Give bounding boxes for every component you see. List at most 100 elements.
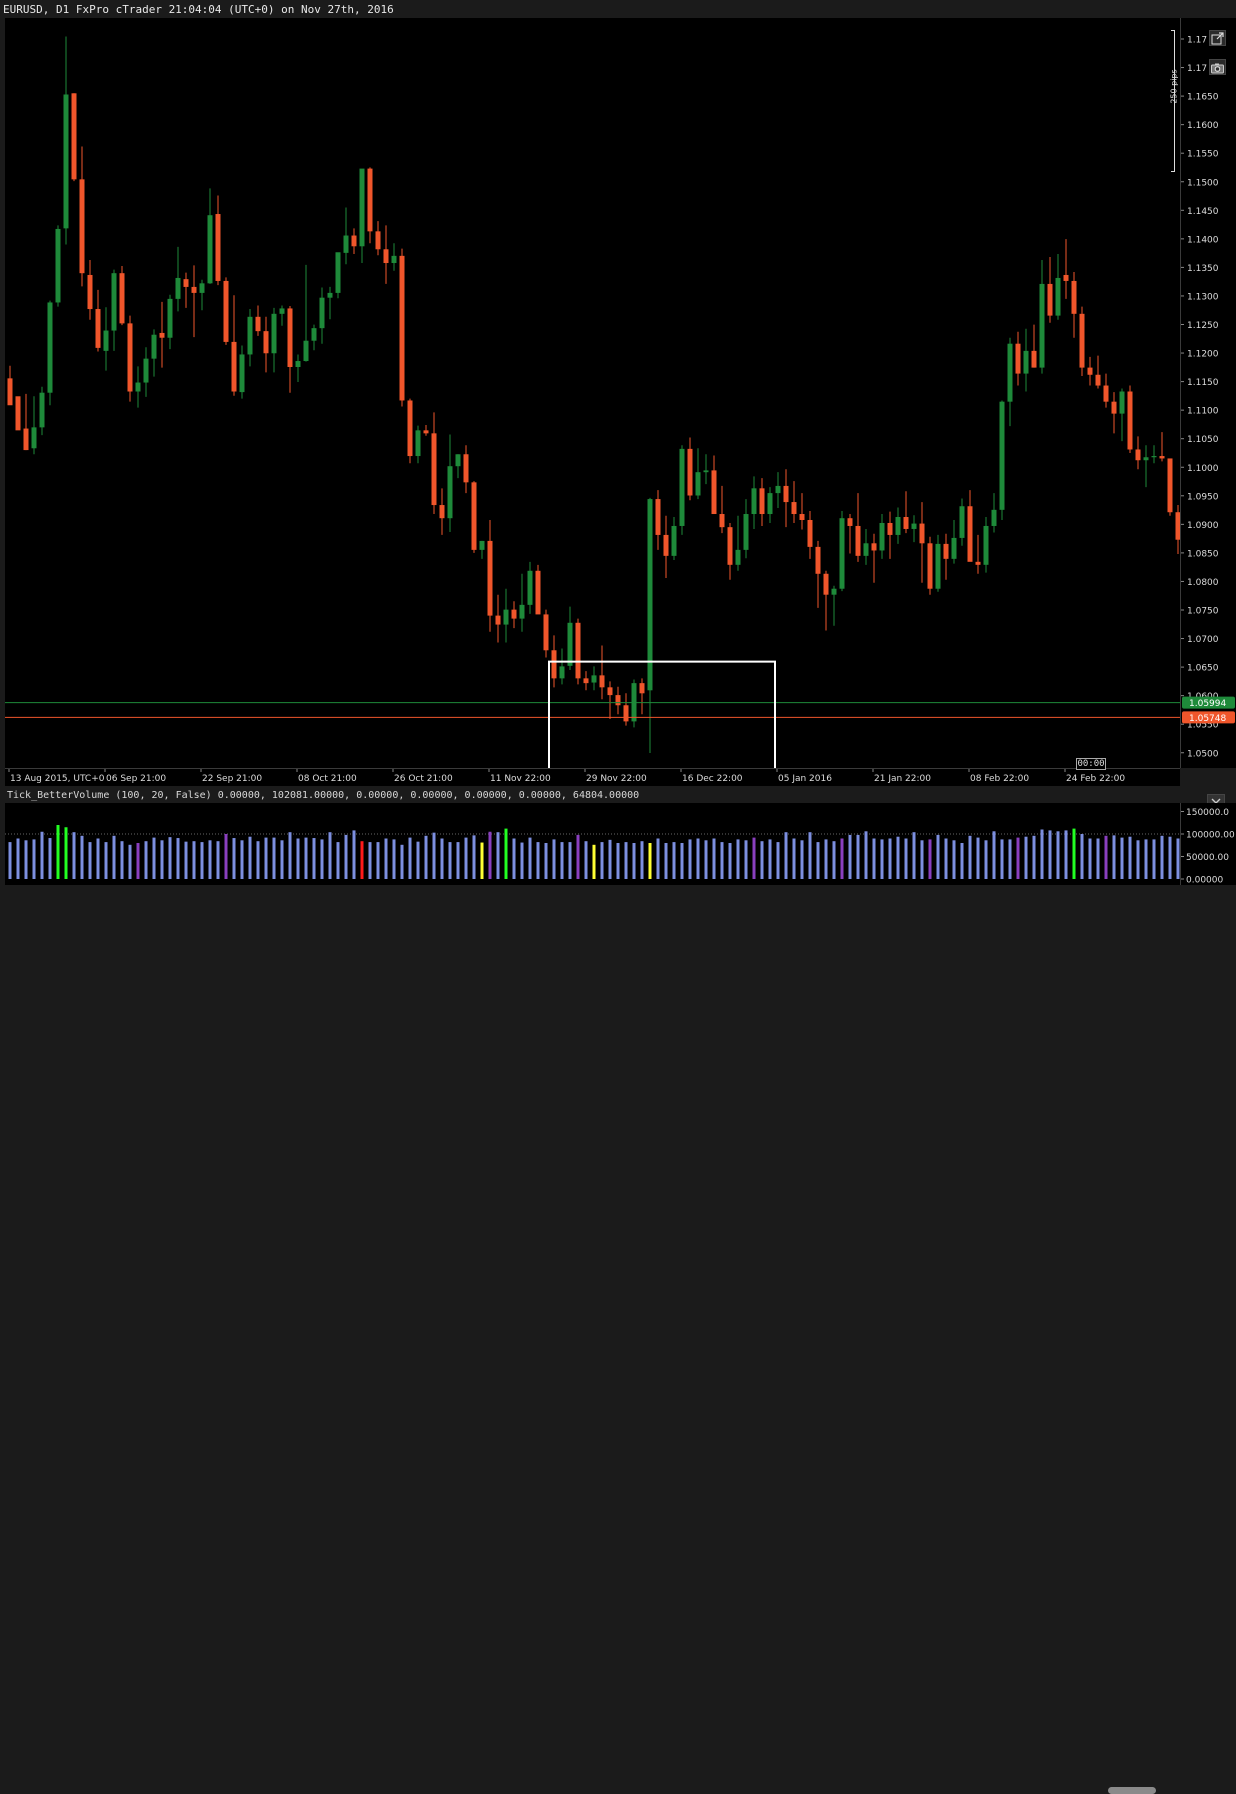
candle — [359, 168, 365, 264]
volume-bar — [1048, 830, 1052, 879]
candle-body — [463, 454, 469, 483]
candle — [1087, 356, 1093, 386]
candle — [679, 445, 685, 535]
candle — [319, 287, 325, 344]
candle-body — [487, 540, 493, 616]
volume-bar — [608, 839, 612, 879]
volume-bar — [144, 841, 148, 879]
volume-bar — [552, 839, 556, 879]
volume-bar — [576, 834, 580, 879]
candlestick-chart[interactable] — [5, 18, 1236, 771]
candle — [23, 393, 29, 451]
candle-body — [1103, 385, 1109, 402]
volume-bar — [880, 839, 884, 879]
candle-body — [1087, 367, 1093, 375]
volume-bar — [856, 834, 860, 879]
candle-body — [799, 514, 805, 520]
bid-price-tag-text: 1.05994 — [1189, 699, 1226, 709]
volume-bar — [832, 841, 836, 879]
candle-body — [903, 517, 909, 529]
candle — [287, 306, 293, 393]
candle — [223, 277, 229, 345]
volume-bar — [736, 839, 740, 879]
candle-body — [415, 430, 421, 457]
volume-bar — [1008, 839, 1012, 879]
candle — [183, 272, 189, 308]
highlight-rectangle — [548, 660, 776, 771]
candle-body — [1007, 343, 1013, 402]
candle — [343, 207, 349, 265]
volume-bar — [56, 825, 60, 879]
popout-button[interactable] — [1209, 30, 1226, 46]
price-chart-area[interactable] — [5, 18, 1236, 771]
price-label: 1.1650 — [1187, 93, 1219, 103]
candle — [207, 188, 213, 284]
volume-bar — [632, 843, 636, 879]
volume-bar — [8, 842, 12, 879]
indicator-axis-labels: 150000.0 100000.00 50000.00 0.00000 — [1181, 808, 1235, 886]
candle-body — [7, 378, 13, 406]
volume-bar — [952, 840, 956, 879]
volume-bar — [88, 842, 92, 879]
candle — [279, 305, 285, 326]
volume-bar — [136, 843, 140, 879]
price-label: 1.1000 — [1187, 464, 1219, 474]
candle-body — [119, 273, 125, 324]
candle-body — [871, 543, 877, 551]
volume-bar — [616, 843, 620, 879]
candle — [63, 36, 69, 245]
candle — [239, 345, 245, 399]
volume-bar — [408, 837, 412, 879]
price-label: 1.1350 — [1187, 264, 1219, 274]
time-label: 08 Oct 21:00 — [298, 774, 357, 784]
candle — [719, 485, 725, 534]
candle — [111, 269, 117, 351]
volume-bar — [976, 837, 980, 879]
candle — [879, 514, 885, 559]
volume-bar — [440, 838, 444, 879]
volume-bar — [344, 834, 348, 879]
screenshot-button[interactable] — [1209, 59, 1226, 75]
candle — [1039, 260, 1045, 374]
price-label: 1.1200 — [1187, 350, 1219, 360]
horizontal-scrollbar[interactable] — [0, 890, 1236, 1794]
volume-bar — [784, 832, 788, 879]
volume-bar — [816, 842, 820, 879]
time-label: 24 Feb 22:00 — [1066, 774, 1125, 784]
time-axis[interactable]: 13 Aug 2015, UTC+0 06 Sep 21:00 22 Sep 21:… — [5, 768, 1180, 786]
candle — [863, 528, 869, 565]
volume-bar — [1152, 839, 1156, 879]
candle-body — [1135, 449, 1141, 461]
price-axis[interactable]: 1.17 1.17 1.1650 1.1600 1.1550 1.1500 1.1450 1.… — [1180, 18, 1236, 768]
candle-body — [151, 334, 157, 359]
volume-bar — [768, 839, 772, 879]
candle — [895, 507, 901, 544]
candle — [231, 295, 237, 396]
volume-bar — [1128, 836, 1132, 879]
volume-bar — [1136, 840, 1140, 879]
candle-body — [847, 518, 853, 526]
candle — [791, 481, 797, 523]
candle — [1167, 458, 1173, 516]
price-label: 1.0900 — [1187, 521, 1219, 531]
candle-body — [79, 179, 85, 274]
candle-body — [719, 514, 725, 528]
volume-bar — [936, 834, 940, 879]
volume-indicator-area[interactable] — [5, 803, 1236, 885]
scrollbar-thumb[interactable] — [1108, 1787, 1156, 1794]
candle-body — [423, 430, 429, 434]
volume-bar — [280, 840, 284, 879]
candle — [559, 648, 565, 685]
volume-bar — [1104, 835, 1108, 879]
volume-histogram[interactable] — [5, 803, 1236, 885]
volume-bar — [624, 842, 628, 879]
candle — [159, 301, 165, 368]
candle — [199, 279, 205, 311]
candle — [583, 671, 589, 691]
candle — [1143, 445, 1149, 488]
candle — [1047, 257, 1053, 323]
volume-bar — [600, 842, 604, 879]
candle-body — [399, 255, 405, 401]
candle-body — [703, 470, 709, 473]
candle-body — [495, 615, 501, 625]
